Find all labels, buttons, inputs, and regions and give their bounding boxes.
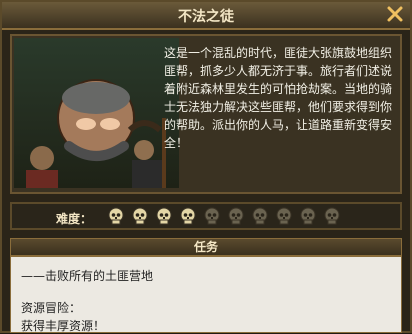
story-panel: 这是一个混乱的时代，匪徒大张旗鼓地组织匪帮，抓多少人都无济于事。旅行者们述说着附… — [10, 34, 402, 194]
skull-icon-2 — [132, 207, 148, 225]
difficulty-skulls — [106, 206, 342, 226]
skull-icon-6 — [228, 207, 244, 225]
difficulty-label: 难度： — [56, 212, 93, 226]
skull-icon-9 — [300, 207, 316, 225]
skull-icon-8 — [276, 207, 292, 225]
titlebar: 不法之徒 — [2, 2, 410, 30]
quest-window: 不法之徒 这是一个混乱的时代，匪徒大张旗鼓地组织匪帮，抓多少人都无济于事。旅行者… — [0, 0, 412, 333]
close-icon[interactable] — [386, 5, 404, 23]
window-title: 不法之徒 — [178, 9, 234, 25]
task-body: ——击败所有的土匪营地 资源冒险： 获得丰厚资源！ — [10, 256, 402, 333]
skull-icon-1 — [108, 207, 124, 225]
difficulty-bar: 难度： — [10, 202, 402, 230]
task-line-1: ——击败所有的土匪营地 — [21, 269, 154, 283]
bandit-illustration — [14, 38, 179, 188]
task-line-3: 获得丰厚资源！ — [21, 319, 106, 333]
skull-icon-7 — [252, 207, 268, 225]
skull-icon-3 — [156, 207, 172, 225]
skull-icon-5 — [204, 207, 220, 225]
skull-icon-4 — [180, 207, 196, 225]
skull-icon-10 — [324, 207, 340, 225]
story-text: 这是一个混乱的时代，匪徒大张旗鼓地组织匪帮，抓多少人都无济于事。旅行者们述说着附… — [164, 46, 393, 150]
task-line-2: 资源冒险： — [21, 301, 82, 315]
task-header: 任务 — [10, 238, 402, 256]
